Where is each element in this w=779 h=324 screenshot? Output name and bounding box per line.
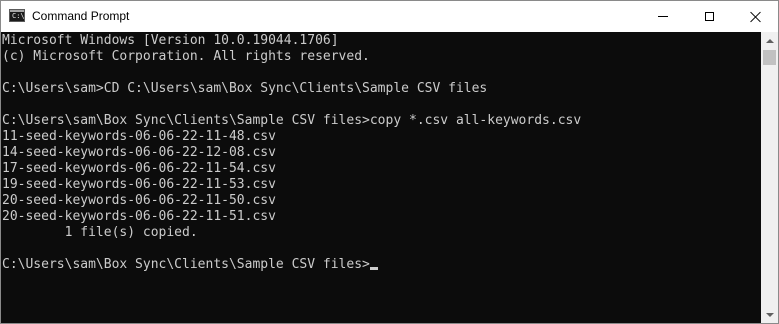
console-line: 19-seed-keywords-06-06-22-11-53.csv (2, 177, 276, 192)
console-output[interactable]: Microsoft Windows [Version 10.0.19044.17… (1, 32, 761, 323)
console-line: (c) Microsoft Corporation. All rights re… (2, 49, 370, 64)
prompt-line[interactable]: C:\Users\sam\Box Sync\Clients\Sample CSV… (2, 257, 761, 273)
scroll-down-button[interactable] (761, 306, 778, 323)
scrollbar-thumb[interactable] (763, 50, 776, 65)
title-bar[interactable]: C:\ Command Prompt (1, 1, 778, 32)
cmd-icon-glyph: C:\ (12, 12, 25, 20)
maximize-icon (704, 12, 714, 21)
console-line: C:\Users\sam>CD C:\Users\sam\Box Sync\Cl… (2, 81, 488, 96)
minimize-button[interactable] (640, 1, 686, 32)
close-button[interactable] (732, 1, 778, 32)
minimize-icon (658, 16, 668, 17)
console-line: 1 file(s) copied. (2, 225, 198, 240)
window-title: Command Prompt (32, 9, 130, 23)
scroll-up-button[interactable] (761, 32, 778, 49)
command-prompt-window: C:\ Command Prompt Microsoft Windows [Ve… (0, 0, 779, 324)
arrow-up-icon (765, 38, 774, 43)
console-line: Microsoft Windows [Version 10.0.19044.17… (2, 33, 339, 48)
arrow-down-icon (765, 312, 774, 317)
console-line: 20-seed-keywords-06-06-22-11-50.csv (2, 193, 276, 208)
console-line: 20-seed-keywords-06-06-22-11-51.csv (2, 209, 276, 224)
close-icon (750, 11, 761, 22)
vertical-scrollbar[interactable] (761, 32, 778, 323)
maximize-button[interactable] (686, 1, 732, 32)
console-line: 17-seed-keywords-06-06-22-11-54.csv (2, 161, 276, 176)
console-line: C:\Users\sam\Box Sync\Clients\Sample CSV… (2, 113, 582, 128)
console-line: 14-seed-keywords-06-06-22-12-08.csv (2, 145, 276, 160)
text-cursor (369, 267, 378, 270)
console-line: 11-seed-keywords-06-06-22-11-48.csv (2, 129, 276, 144)
cmd-icon[interactable]: C:\ (9, 9, 25, 22)
prompt-text: C:\Users\sam\Box Sync\Clients\Sample CSV… (2, 257, 370, 272)
